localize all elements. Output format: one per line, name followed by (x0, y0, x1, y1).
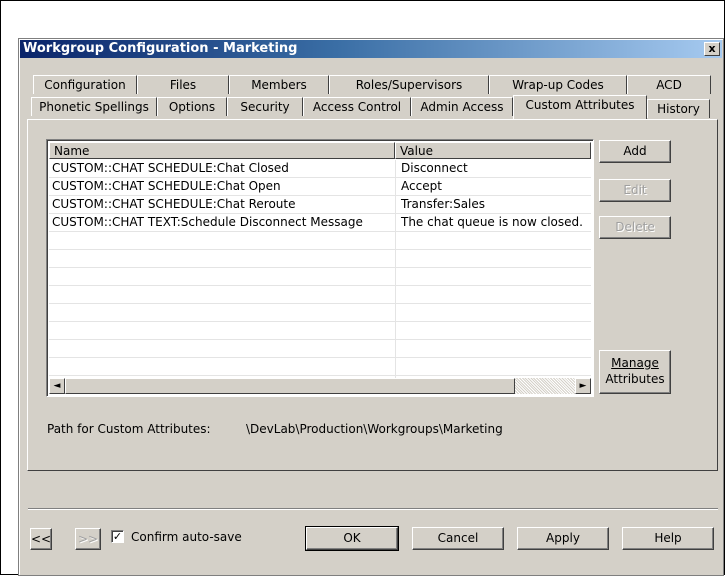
attribute-name: CUSTOM::CHAT TEXT:Schedule Disconnect Me… (52, 215, 363, 229)
empty-row (49, 322, 591, 340)
path-label: Path for Custom Attributes: (47, 422, 211, 436)
ok-button[interactable]: OK (305, 526, 399, 551)
next-tab-button[interactable]: >> (75, 528, 101, 550)
tab-phonetic-spellings[interactable]: Phonetic Spellings (31, 97, 157, 116)
scroll-thumb[interactable] (65, 378, 515, 394)
list-item[interactable]: CUSTOM::CHAT SCHEDULE:Chat Closed Discon… (49, 160, 591, 178)
footer-separator (28, 508, 718, 510)
empty-row (49, 268, 591, 286)
horizontal-scrollbar[interactable]: ◄ ► (49, 378, 591, 394)
tab-acd[interactable]: ACD (627, 75, 711, 94)
edit-button[interactable]: Edit (599, 179, 671, 202)
list-item[interactable]: CUSTOM::CHAT TEXT:Schedule Disconnect Me… (49, 214, 591, 232)
attribute-name: CUSTOM::CHAT SCHEDULE:Chat Reroute (52, 197, 296, 211)
tab-files[interactable]: Files (137, 75, 229, 94)
window-title: Workgroup Configuration - Marketing (23, 41, 298, 56)
attribute-name: CUSTOM::CHAT SCHEDULE:Chat Open (52, 179, 281, 193)
tab-history[interactable]: History (647, 99, 710, 118)
list-item[interactable]: CUSTOM::CHAT SCHEDULE:Chat Open Accept (49, 178, 591, 196)
attribute-value: Accept (401, 179, 442, 193)
manage-label-line1: Manage (611, 356, 659, 370)
delete-button[interactable]: Delete (599, 216, 671, 239)
manage-label-line2: Attributes (605, 372, 665, 386)
confirm-auto-save-checkbox[interactable]: ✓ (111, 530, 124, 543)
tab-wrap-up-codes[interactable]: Wrap-up Codes (489, 75, 627, 94)
scroll-track[interactable] (515, 378, 575, 394)
tab-access-control[interactable]: Access Control (303, 97, 411, 116)
tab-roles-supervisors[interactable]: Roles/Supervisors (329, 75, 489, 94)
scroll-left-button[interactable]: ◄ (49, 378, 65, 394)
add-button[interactable]: Add (599, 140, 671, 163)
tab-options[interactable]: Options (157, 97, 227, 116)
attribute-value: Disconnect (401, 161, 468, 175)
manage-attributes-button[interactable]: Manage Attributes (599, 350, 671, 394)
column-header-name[interactable]: Name (49, 142, 395, 159)
attribute-name: CUSTOM::CHAT SCHEDULE:Chat Closed (52, 161, 289, 175)
path-value: \DevLab\Production\Workgroups\Marketing (246, 422, 503, 436)
empty-row (49, 358, 591, 376)
confirm-auto-save-label[interactable]: Confirm auto-save (131, 530, 242, 544)
list-header: Name Value (49, 142, 591, 160)
empty-row (49, 250, 591, 268)
empty-row (49, 304, 591, 322)
list-item[interactable]: CUSTOM::CHAT SCHEDULE:Chat Reroute Trans… (49, 196, 591, 214)
column-header-value[interactable]: Value (395, 142, 591, 159)
attribute-value: The chat queue is now closed. (401, 215, 583, 229)
empty-row (49, 232, 591, 250)
apply-button[interactable]: Apply (517, 527, 609, 550)
tab-admin-access[interactable]: Admin Access (411, 97, 513, 116)
tab-configuration[interactable]: Configuration (33, 75, 137, 94)
close-button[interactable]: x (704, 42, 720, 56)
help-button[interactable]: Help (622, 527, 714, 550)
tab-security[interactable]: Security (227, 97, 303, 116)
custom-attributes-list[interactable]: Name Value CUSTOM::CHAT SCHEDULE:Chat Cl… (46, 139, 594, 397)
tab-custom-attributes[interactable]: Custom Attributes (513, 95, 647, 119)
empty-row (49, 286, 591, 304)
tab-members[interactable]: Members (229, 75, 329, 94)
previous-tab-button[interactable]: << (30, 528, 52, 550)
attribute-value: Transfer:Sales (401, 197, 486, 211)
empty-row (49, 340, 591, 358)
scroll-right-button[interactable]: ► (575, 378, 591, 394)
cancel-button[interactable]: Cancel (412, 527, 504, 550)
title-bar: Workgroup Configuration - Marketing x (20, 40, 722, 58)
